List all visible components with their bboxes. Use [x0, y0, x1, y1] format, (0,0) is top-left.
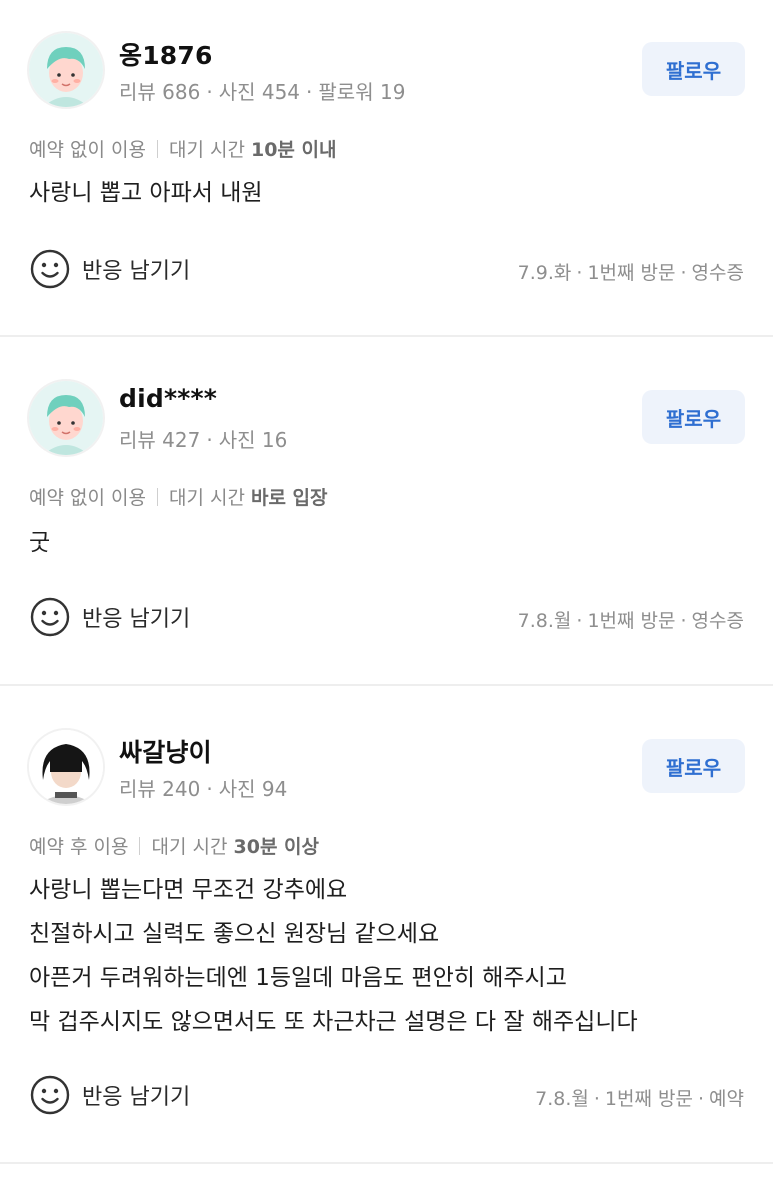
- photo-count: 사진 94: [218, 777, 288, 801]
- reservation-tag: 예약 후 이용: [29, 836, 129, 858]
- wait-value: 10분 이내: [250, 139, 337, 161]
- follower-count: 팔로워 19: [318, 80, 406, 104]
- verification-type: 영수증: [691, 262, 744, 284]
- visit-tags: 예약 후 이용 대기 시간 30분 이상: [29, 832, 319, 859]
- visit-tags: 예약 없이 이용 대기 시간 10분 이내: [29, 135, 336, 162]
- review-line: 굿: [29, 530, 51, 556]
- react-button[interactable]: 반응 남기기: [29, 1074, 190, 1116]
- reviewer-stats: 리뷰 427 · 사진 16: [119, 424, 287, 453]
- reviewer-stats: 리뷰 240 · 사진 94: [119, 773, 287, 802]
- visit-count: 1번째 방문: [587, 610, 676, 632]
- visit-count: 1번째 방문: [604, 1088, 693, 1110]
- reservation-tag: 예약 없이 이용: [29, 139, 146, 161]
- follow-button[interactable]: 팔로우: [642, 390, 745, 444]
- photo-count: 사진 454: [218, 80, 301, 104]
- review-text: 사랑니 뽑는다면 무조건 강추에요 친절하시고 실력도 좋으신 원장님 같으세요…: [29, 868, 638, 1044]
- smiley-icon: [30, 597, 70, 637]
- review-count: 리뷰 240: [119, 777, 201, 801]
- react-label: 반응 남기기: [82, 1085, 191, 1110]
- verification-type: 예약: [709, 1088, 744, 1110]
- avatar[interactable]: [29, 730, 103, 804]
- visit-info: 7.8.월 · 1번째 방문 · 예약: [535, 1084, 744, 1111]
- reviewer-name[interactable]: did****: [119, 384, 217, 413]
- dot-separator: ·: [576, 262, 583, 284]
- review-count: 리뷰 427: [119, 428, 201, 452]
- review-line: 사랑니 뽑고 아파서 내원: [29, 180, 263, 206]
- photo-count: 사진 16: [218, 428, 288, 452]
- tag-divider: [156, 140, 158, 158]
- avatar[interactable]: [29, 381, 103, 455]
- tag-divider: [139, 837, 141, 855]
- visit-info: 7.9.화 · 1번째 방문 · 영수증: [518, 258, 744, 285]
- review-card: 옹1876 리뷰 686 · 사진 454 · 팔로워 19 팔로우 예약 없이 이용 대…: [0, 0, 773, 337]
- profile-character-icon: [29, 730, 103, 804]
- dot-separator: ·: [206, 80, 213, 104]
- visit-count: 1번째 방문: [587, 262, 676, 284]
- profile-character-icon: [29, 33, 103, 107]
- visit-date: 7.8.월: [535, 1088, 589, 1110]
- react-button[interactable]: 반응 남기기: [29, 248, 190, 290]
- smiley-icon: [30, 249, 70, 289]
- wait-label: 대기 시간: [168, 139, 245, 161]
- dot-separator: ·: [680, 610, 687, 632]
- dot-separator: ·: [206, 428, 213, 452]
- dot-separator: ·: [697, 1088, 705, 1110]
- review-text: 굿: [29, 521, 50, 565]
- wait-value: 30분 이상: [233, 836, 320, 858]
- review-line: 사랑니 뽑는다면 무조건 강추에요: [29, 877, 348, 903]
- review-line: 아픈거 두려워하는데엔 1등일데 마음도 편안히 해주시고: [29, 965, 567, 991]
- wait-label: 대기 시간: [151, 836, 228, 858]
- avatar[interactable]: [29, 33, 103, 107]
- dot-separator: ·: [593, 1088, 600, 1110]
- review-card: 싸갈냥이 리뷰 240 · 사진 94 팔로우 예약 후 이용 대기 시간 30분 이…: [0, 686, 773, 1164]
- dot-separator: ·: [680, 262, 687, 284]
- verification-type: 영수증: [691, 610, 744, 632]
- react-label: 반응 남기기: [82, 607, 191, 632]
- review-text: 사랑니 뽑고 아파서 내원: [29, 171, 263, 215]
- review-card: did**** 리뷰 427 · 사진 16 팔로우 예약 없이 이용 대기 시간 바…: [0, 337, 773, 686]
- tag-divider: [156, 488, 158, 506]
- dot-separator: ·: [576, 610, 583, 632]
- reviewer-name[interactable]: 옹1876: [119, 36, 213, 72]
- react-label: 반응 남기기: [82, 259, 191, 284]
- reviewer-name[interactable]: 싸갈냥이: [119, 733, 212, 769]
- dot-separator: ·: [306, 80, 313, 104]
- react-button[interactable]: 반응 남기기: [29, 596, 190, 638]
- visit-tags: 예약 없이 이용 대기 시간 바로 입장: [29, 483, 328, 510]
- visit-date: 7.8.월: [517, 610, 572, 632]
- wait-label: 대기 시간: [168, 487, 245, 509]
- review-count: 리뷰 686: [119, 80, 201, 104]
- profile-character-icon: [29, 381, 103, 455]
- dot-separator: ·: [206, 777, 213, 801]
- smiley-icon: [30, 1075, 70, 1115]
- reviewer-stats: 리뷰 686 · 사진 454 · 팔로워 19: [119, 76, 405, 105]
- visit-info: 7.8.월 · 1번째 방문 · 영수증: [518, 606, 744, 633]
- reservation-tag: 예약 없이 이용: [29, 487, 146, 509]
- review-line: 막 겁주시지도 않으면서도 또 차근차근 설명은 다 잘 해주십니다: [29, 1009, 638, 1035]
- review-line: 친절하시고 실력도 좋으신 원장님 같으세요: [29, 921, 440, 947]
- follow-button[interactable]: 팔로우: [642, 739, 745, 793]
- visit-date: 7.9.화: [517, 262, 572, 284]
- wait-value: 바로 입장: [250, 487, 328, 509]
- follow-button[interactable]: 팔로우: [642, 42, 745, 96]
